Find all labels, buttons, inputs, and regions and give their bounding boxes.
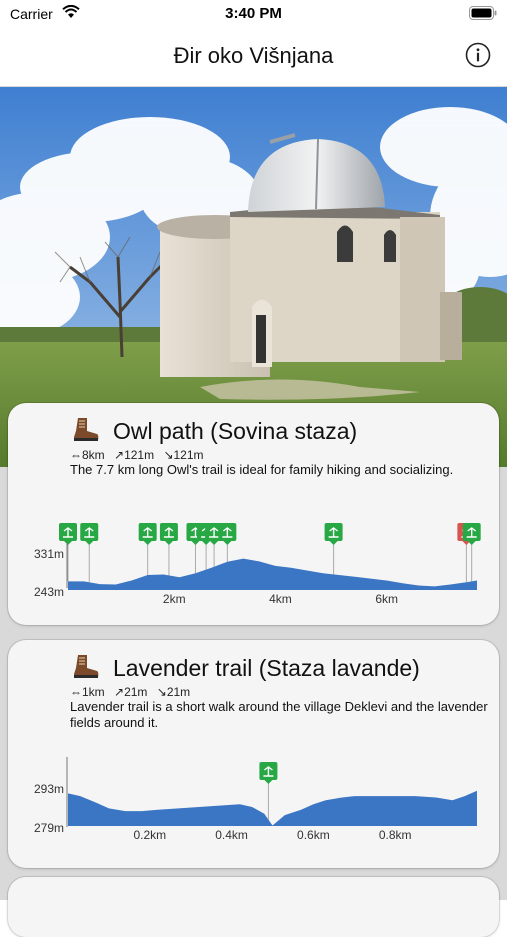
x-axis-label: 4km	[269, 592, 292, 606]
x-axis-label: 2km	[163, 592, 186, 606]
descent-stat: ↘121m	[163, 448, 204, 462]
bench-marker-icon[interactable]	[80, 523, 99, 583]
trail-description: Lavender trail is a short walk around th…	[70, 699, 488, 730]
poi-markers	[259, 762, 278, 820]
x-axis-label: 0.6km	[297, 828, 330, 842]
y-max-label: 331m	[34, 547, 64, 561]
trail-title: Lavender trail (Staza lavande)	[113, 655, 420, 681]
sight-marker-icon[interactable]	[218, 523, 237, 562]
status-time: 3:40 PM	[225, 5, 282, 22]
status-bar: Carrier 3:40 PM	[0, 0, 507, 28]
ascent-stat: ↗121m	[114, 448, 155, 462]
trail-stats: ⇔1km ↗21m ↘21m	[70, 685, 196, 699]
navigation-bar: Đir oko Višnjana	[0, 28, 507, 87]
x-axis-label: 6km	[375, 592, 398, 606]
grass-marker-icon[interactable]	[159, 523, 178, 576]
elevation-area	[68, 790, 477, 826]
grass-marker-icon[interactable]	[138, 523, 157, 575]
x-axis-label: 0.2km	[133, 828, 166, 842]
trail-card-next[interactable]	[8, 877, 499, 937]
elevation-chart: 331m 243m 2km 4km 6km	[34, 523, 481, 606]
y-max-label: 293m	[34, 782, 64, 796]
distance-stat: ⇔1km	[70, 685, 105, 699]
x-axis-label: 0.4km	[215, 828, 248, 842]
elevation-chart: 293m 279m 0.2km 0.4km 0.6km 0.8km	[34, 757, 477, 842]
info-circle-icon[interactable]	[465, 42, 491, 68]
sight-marker-icon[interactable]	[324, 523, 343, 575]
descent-stat: ↘21m	[156, 685, 191, 699]
sight-marker-icon[interactable]	[259, 762, 278, 820]
ascent-stat: ↗21m	[114, 685, 148, 699]
trail-description: The 7.7 km long Owl's trail is ideal for…	[70, 462, 454, 477]
y-min-label: 279m	[34, 821, 64, 835]
x-axis-label: 0.8km	[379, 828, 412, 842]
battery-icon	[469, 6, 497, 20]
page-title: Đir oko Višnjana	[173, 43, 334, 68]
trail-card-owl-path[interactable]: Owl path (Sovina staza) ⇔8km ↗121m ↘121m…	[8, 403, 499, 625]
trail-card-lavender[interactable]: Lavender trail (Staza lavande) ⇔1km ↗21m…	[8, 640, 499, 868]
trail-stats: ⇔8km ↗121m ↘121m	[70, 448, 210, 462]
y-min-label: 243m	[34, 585, 64, 599]
distance-stat: ⇔8km	[70, 448, 105, 462]
trail-title: Owl path (Sovina staza)	[113, 418, 358, 444]
elevation-area	[68, 558, 477, 590]
nature-marker-icon[interactable]	[462, 523, 481, 582]
